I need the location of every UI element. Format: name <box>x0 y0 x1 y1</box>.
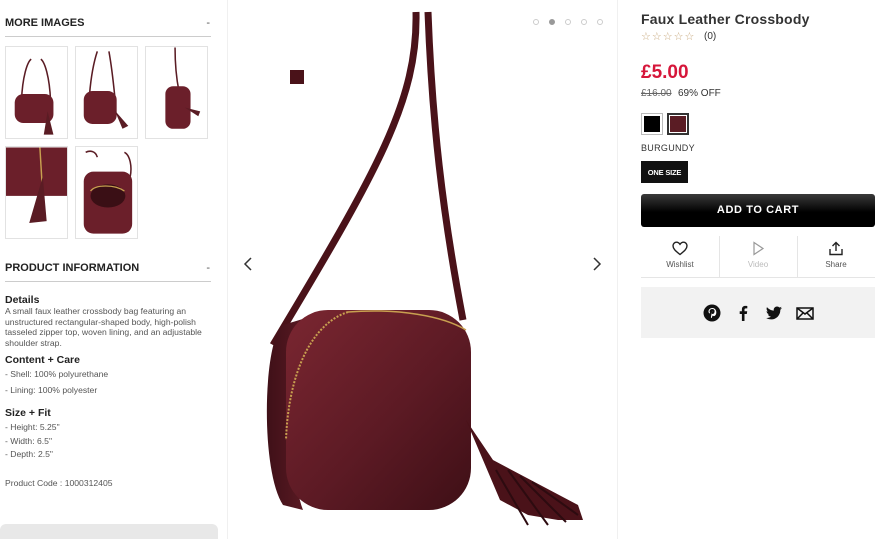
twitter-icon <box>766 306 782 320</box>
discount-label: 69% OFF <box>678 88 721 99</box>
color-swatch-black[interactable] <box>641 113 663 135</box>
size-fit-section: Size + Fit - Height: 5.25" - Width: 6.5"… <box>5 407 217 460</box>
product-info-header[interactable]: PRODUCT INFORMATION - <box>5 262 210 282</box>
carousel-dot[interactable] <box>581 19 587 25</box>
bag-strap-thumb-image <box>165 47 201 129</box>
thumbnail-3[interactable] <box>145 46 208 139</box>
chevron-left-icon <box>243 257 252 271</box>
thumbnail-1[interactable] <box>5 46 68 139</box>
original-price: £16.00 <box>641 88 672 99</box>
content-item: - Shell: 100% polyurethane <box>5 369 109 379</box>
thumbnail-5[interactable] <box>75 146 138 239</box>
carousel-dot-active[interactable] <box>549 19 555 25</box>
thumbnail-2[interactable] <box>75 46 138 139</box>
details-text: A small faux leather crossbody bag featu… <box>5 306 202 348</box>
bag-side-thumb-image <box>83 51 129 129</box>
product-panel: Faux Leather Crossbody ☆☆☆☆☆ (0) £5.00 £… <box>630 0 878 539</box>
twitter-button[interactable] <box>764 303 784 323</box>
facebook-button[interactable] <box>733 303 753 323</box>
collapse-product-info-toggle[interactable]: - <box>206 262 210 274</box>
divider <box>5 281 211 282</box>
share-upload-icon <box>829 241 843 256</box>
product-info-title: PRODUCT INFORMATION <box>5 262 140 274</box>
collapse-more-images-toggle[interactable]: - <box>206 17 210 29</box>
chevron-right-icon <box>593 257 602 271</box>
carousel-dot[interactable] <box>597 19 603 25</box>
size-item: - Height: 5.25" <box>5 422 60 432</box>
star-rating-icon[interactable]: ☆☆☆☆☆ <box>641 30 695 43</box>
size-item: - Width: 6.5" <box>5 435 52 446</box>
video-button[interactable]: Video <box>719 236 797 278</box>
footer-tab[interactable] <box>0 524 218 539</box>
swatch-fill <box>670 116 686 132</box>
heart-icon <box>672 241 688 256</box>
carousel-dots <box>533 19 603 25</box>
divider <box>5 36 211 37</box>
details-heading: Details <box>5 294 40 306</box>
color-swatch-burgundy[interactable] <box>667 113 689 135</box>
sale-price: £5.00 <box>641 62 689 83</box>
left-panel: MORE IMAGES - PRODUCT INFORMATION - Deta… <box>0 0 222 539</box>
size-fit-heading: Size + Fit <box>5 407 51 419</box>
prev-image-button[interactable] <box>242 256 256 272</box>
pinterest-button[interactable] <box>702 303 722 323</box>
content-item: - Lining: 100% polyester <box>5 384 98 395</box>
facebook-icon <box>739 305 748 321</box>
pinterest-icon <box>703 304 721 322</box>
product-title: Faux Leather Crossbody <box>641 11 810 27</box>
main-product-image <box>266 11 583 526</box>
add-to-cart-button[interactable]: ADD TO CART <box>641 194 875 227</box>
action-bar: Wishlist Video Share <box>641 236 875 278</box>
details-section: Details A small faux leather crossbody b… <box>5 294 217 348</box>
selected-color-name: BURGUNDY <box>641 143 695 153</box>
next-image-button[interactable] <box>589 256 603 272</box>
content-care-section: Content + Care - Shell: 100% polyurethan… <box>5 354 217 395</box>
bag-open-thumb-image <box>83 150 133 234</box>
product-code: Product Code : 1000312405 <box>5 478 113 488</box>
play-icon <box>753 241 765 256</box>
main-image-viewer[interactable] <box>227 0 618 539</box>
email-icon <box>796 307 814 320</box>
wishlist-label: Wishlist <box>666 260 694 269</box>
share-label: Share <box>825 260 847 269</box>
swatch-fill <box>644 116 660 132</box>
bag-front-thumb-image <box>14 58 54 135</box>
size-item: - Depth: 2.5" <box>5 449 53 459</box>
share-button[interactable]: Share <box>797 236 875 278</box>
wishlist-button[interactable]: Wishlist <box>641 236 719 278</box>
more-images-header[interactable]: MORE IMAGES - <box>5 17 210 37</box>
carousel-dot[interactable] <box>565 19 571 25</box>
carousel-dot[interactable] <box>533 19 539 25</box>
thumbnail-4[interactable] <box>5 146 68 239</box>
review-count[interactable]: (0) <box>704 31 716 42</box>
size-option-button[interactable]: ONE SIZE <box>641 161 688 183</box>
more-images-title: MORE IMAGES <box>5 17 85 29</box>
bag-tassel-thumb-image <box>6 147 67 223</box>
email-button[interactable] <box>795 303 815 323</box>
video-label: Video <box>747 260 769 269</box>
content-care-heading: Content + Care <box>5 354 80 366</box>
social-share-bar <box>641 287 875 338</box>
